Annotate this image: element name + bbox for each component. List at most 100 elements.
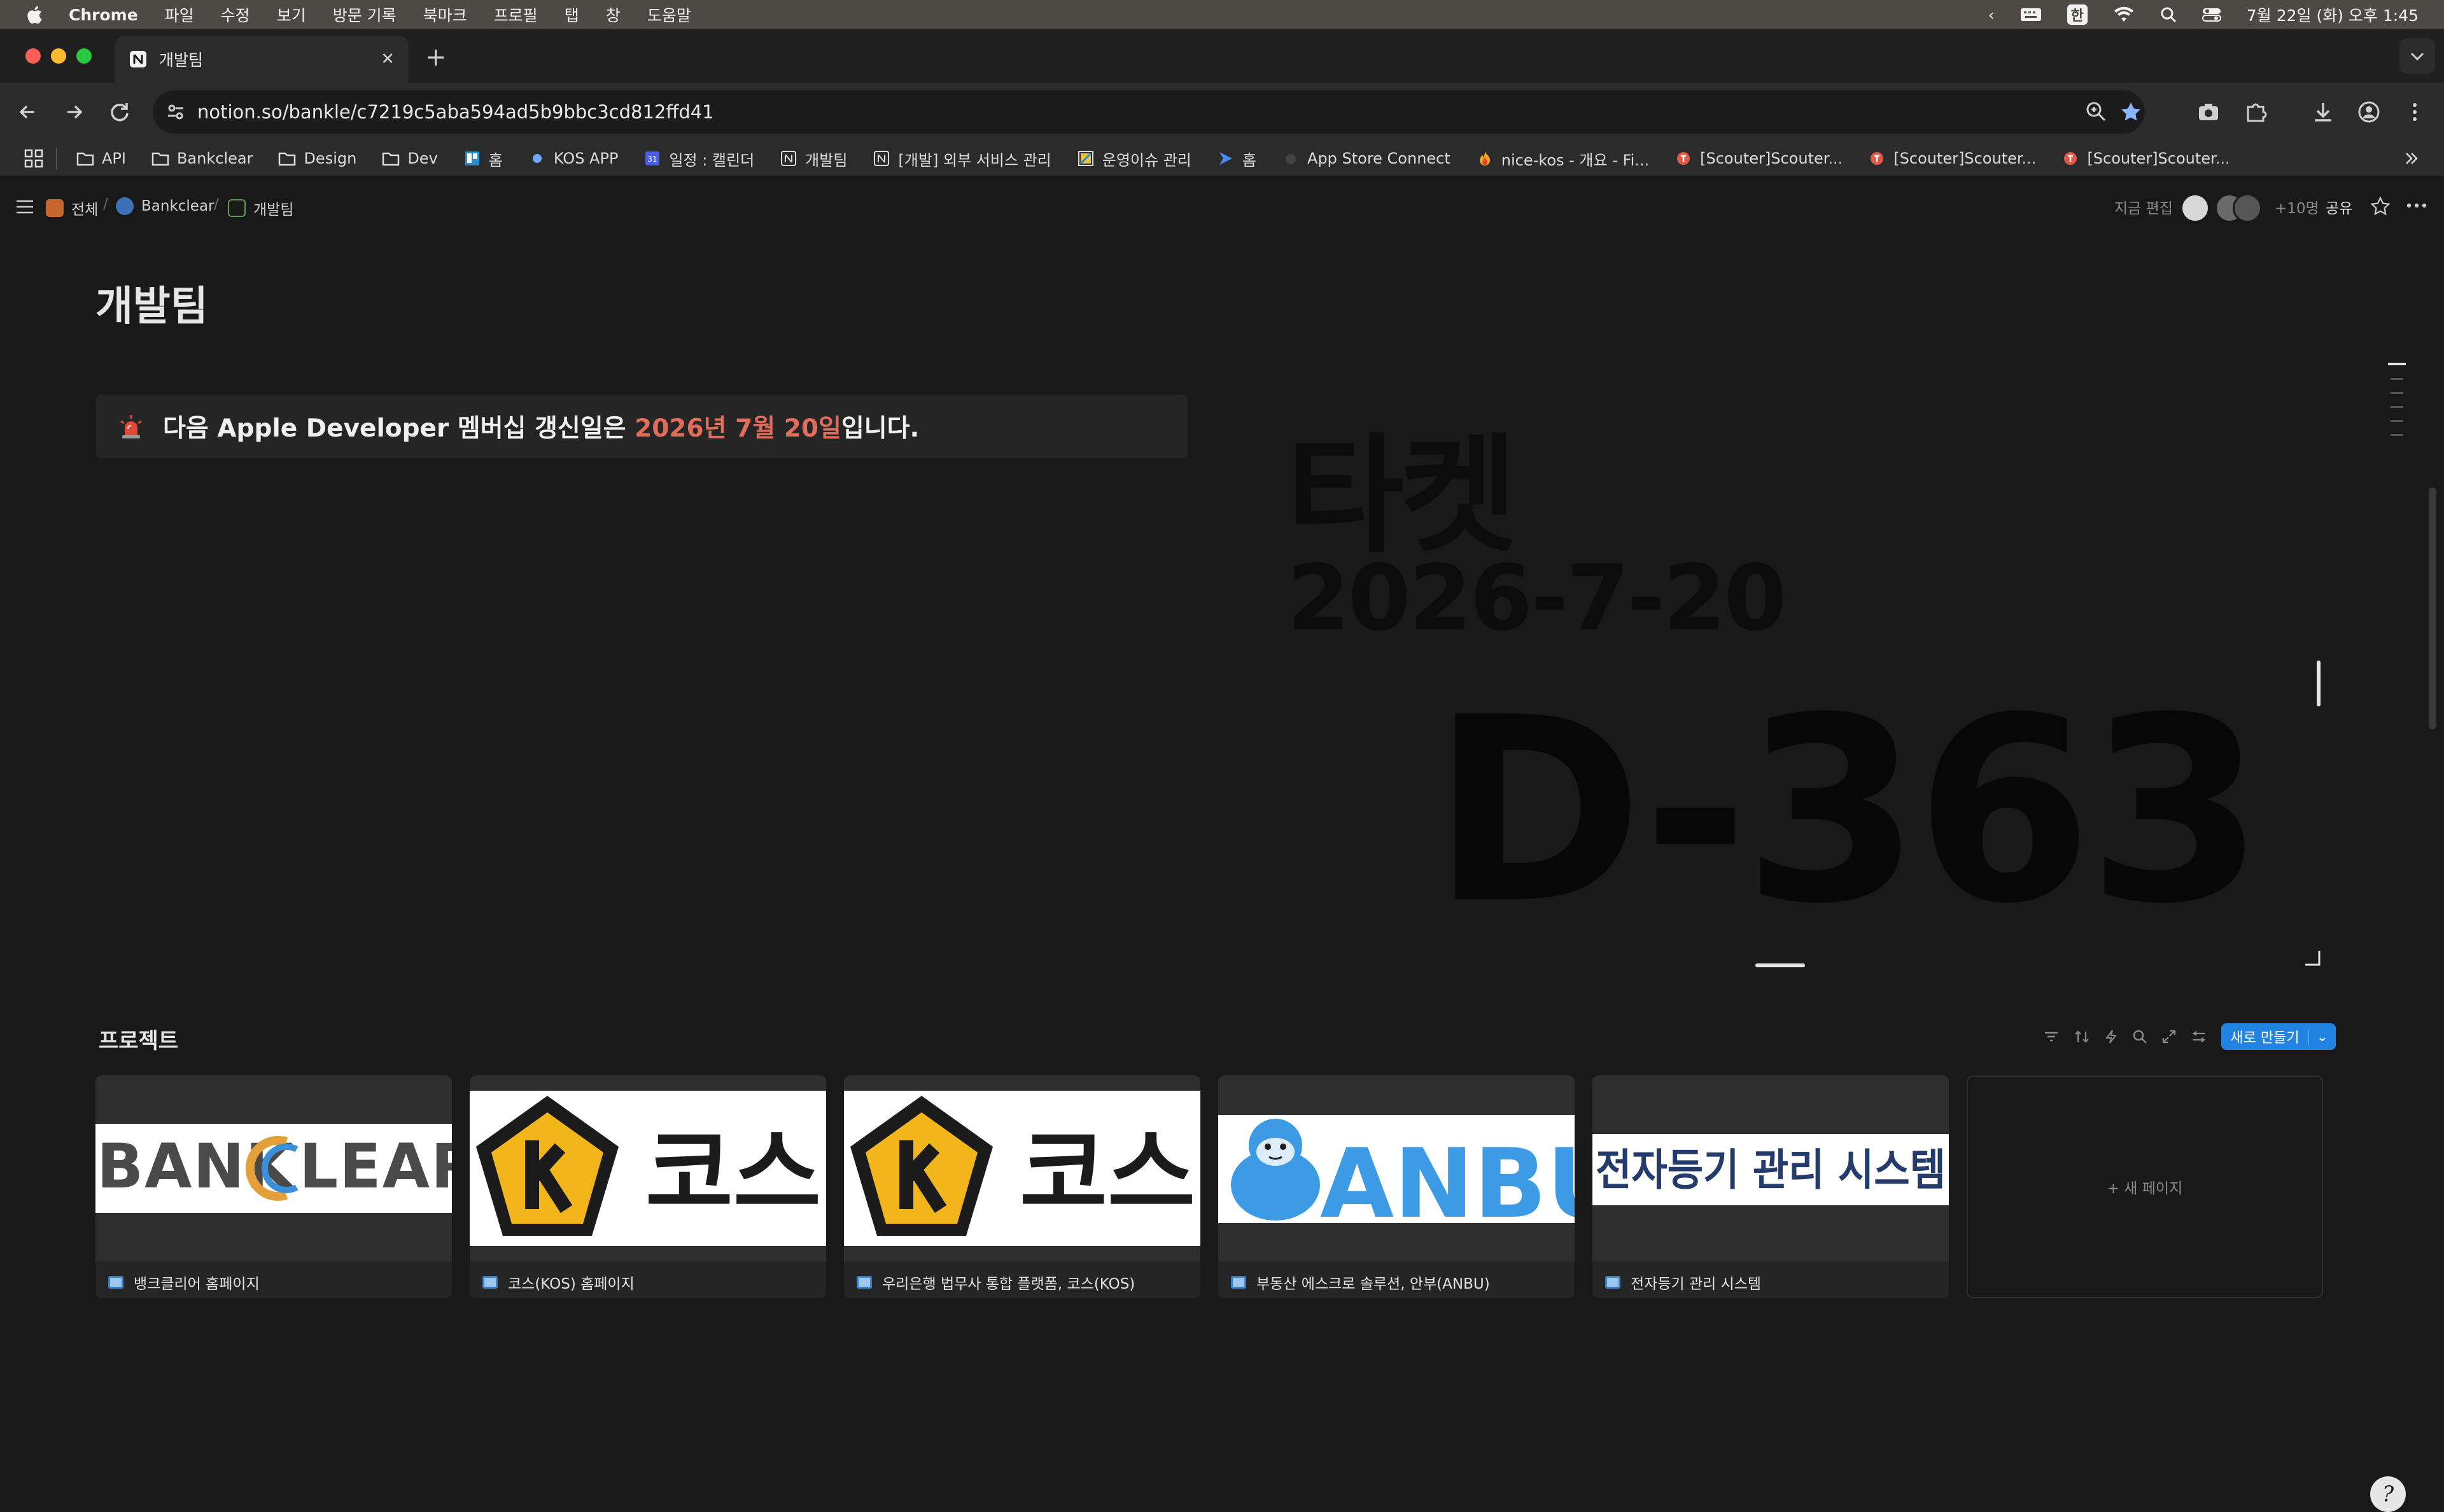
bookmark-home-board[interactable]: 홈 — [463, 148, 503, 170]
bookmark-api[interactable]: API — [76, 150, 126, 167]
menu-file[interactable]: 파일 — [165, 3, 194, 26]
projects-database-title[interactable]: 프로젝트 — [99, 1023, 178, 1054]
embed-resize-corner-icon[interactable] — [2303, 948, 2322, 967]
tab-close-icon[interactable]: ✕ — [381, 50, 395, 69]
window-minimize-button[interactable] — [51, 48, 66, 64]
apps-grid-icon[interactable] — [24, 149, 43, 168]
new-item-button[interactable]: 새로 만들기 ⌄ — [2221, 1023, 2336, 1050]
tab-search-button[interactable] — [2399, 38, 2435, 74]
folder-icon — [151, 152, 169, 166]
avatar[interactable] — [2181, 193, 2210, 223]
bookmark-dev-team[interactable]: 개발팀 — [780, 148, 847, 170]
bookmark-external-services[interactable]: [개발] 외부 서비스 관리 — [873, 148, 1051, 170]
embed-resize-handle-bottom[interactable] — [1755, 963, 1805, 967]
toc-marker[interactable] — [2391, 406, 2403, 408]
screenshot-camera-icon[interactable] — [2196, 99, 2221, 125]
address-bar[interactable]: notion.so/bankle/c7219c5aba594ad5b9bbc3c… — [153, 90, 2145, 134]
back-arrow-icon[interactable] — [15, 99, 41, 125]
control-center-icon[interactable] — [2202, 6, 2221, 23]
project-card-kos-homepage[interactable]: 코스 코스(KOS) 홈페이지 — [470, 1075, 826, 1298]
breadcrumb-dev-team[interactable]: 개발팀 — [228, 197, 293, 219]
settings-sliders-icon[interactable] — [2191, 1029, 2207, 1044]
filter-icon[interactable] — [2043, 1030, 2060, 1044]
bookmark-ops-issues[interactable]: 운영이슈 관리 — [1077, 148, 1191, 170]
reload-icon[interactable] — [107, 99, 132, 125]
svg-text:LEAR: LEAR — [299, 1131, 452, 1202]
page-scrollbar[interactable] — [2429, 487, 2436, 729]
toc-marker[interactable] — [2391, 420, 2403, 422]
new-tab-button[interactable]: + — [425, 45, 447, 70]
bookmark-scouter-2[interactable]: [Scouter]Scouter... — [1868, 150, 2036, 167]
toc-marker[interactable] — [2391, 434, 2403, 436]
expand-icon[interactable] — [2161, 1029, 2177, 1044]
more-users-count[interactable]: +10명 — [2275, 196, 2319, 218]
input-method-indicator[interactable]: 한 — [2067, 4, 2088, 25]
menu-window[interactable]: 창 — [606, 3, 621, 26]
bookmark-calendar[interactable]: 31 일정 : 캘린더 — [643, 148, 754, 170]
favorite-star-icon[interactable] — [2370, 196, 2391, 216]
breadcrumb-bankclear[interactable]: Bankclear — [116, 197, 214, 215]
more-vertical-icon[interactable] — [2402, 99, 2427, 125]
new-page-card[interactable]: + 새 페이지 — [1967, 1075, 2323, 1298]
apple-menu-icon[interactable] — [25, 4, 43, 25]
dday-counter: D-363 — [1431, 664, 2265, 960]
project-card-e-registry[interactable]: 전자등기 관리 시스템 전자등기 관리 시스템 — [1592, 1075, 1949, 1298]
more-horizontal-icon[interactable] — [2406, 202, 2427, 209]
sidebar-menu-icon[interactable] — [15, 199, 34, 215]
menu-app-name[interactable]: Chrome — [69, 6, 138, 24]
bookmark-bankclear[interactable]: Bankclear — [151, 150, 253, 167]
spotlight-search-icon[interactable] — [2160, 6, 2177, 23]
search-icon[interactable] — [2132, 1029, 2147, 1044]
forward-arrow-icon[interactable] — [61, 99, 87, 125]
download-icon[interactable] — [2310, 99, 2336, 125]
profile-avatar-icon[interactable] — [2356, 99, 2382, 125]
toc-marker[interactable] — [2391, 392, 2403, 394]
bookmark-scouter-1[interactable]: [Scouter]Scouter... — [1675, 150, 1843, 167]
help-button[interactable]: ? — [2370, 1476, 2406, 1512]
callout-block[interactable]: 다음 Apple Developer 멤버십 갱신일은 2026년 7월 20일… — [95, 395, 1188, 458]
breadcrumb-all[interactable]: 전체 — [46, 197, 98, 219]
project-card-kos-platform[interactable]: 코스 우리은행 법무사 통합 플랫폼, 코스(KOS) — [844, 1075, 1200, 1298]
scouter-icon — [1677, 152, 1690, 165]
keyboard-icon[interactable] — [2020, 7, 2042, 22]
share-button[interactable]: 공유 — [2326, 196, 2352, 218]
embed-resize-handle-right[interactable] — [2317, 661, 2321, 706]
url-text[interactable]: notion.so/bankle/c7219c5aba594ad5b9bbc3c… — [197, 101, 714, 123]
active-tab[interactable]: 개발팀 ✕ — [115, 36, 409, 83]
bookmark-nice-kos[interactable]: nice-kos - 개요 - Fi... — [1476, 148, 1649, 170]
bookmarks-overflow-icon[interactable] — [2403, 150, 2420, 167]
bookmark-star-icon[interactable] — [2119, 101, 2142, 123]
window-zoom-button[interactable] — [76, 48, 92, 64]
toc-marker[interactable] — [2391, 378, 2403, 380]
bookmark-scouter-3[interactable]: [Scouter]Scouter... — [2061, 150, 2230, 167]
project-card-anbu[interactable]: ANBU 부동산 에스크로 솔루션, 안부(ANBU) — [1218, 1075, 1575, 1298]
menu-bar-clock[interactable]: 7월 22일 (화) 오후 1:45 — [2247, 3, 2419, 26]
bookmark-home-flag[interactable]: 홈 — [1217, 148, 1256, 170]
page-title[interactable]: 개발팀 — [95, 274, 208, 332]
menu-bookmarks[interactable]: 북마크 — [423, 3, 467, 26]
automation-bolt-icon[interactable] — [2104, 1029, 2118, 1044]
menu-history[interactable]: 방문 기록 — [333, 3, 397, 26]
project-card-bankclear[interactable]: BANK LEAR 뱅크클리어 홈페이지 — [95, 1075, 452, 1298]
home-icon — [46, 199, 64, 217]
card-title: 코스(KOS) 홈페이지 — [508, 1276, 635, 1292]
chevron-left-icon[interactable]: ‹ — [1988, 6, 1995, 24]
bookmark-app-store-connect[interactable]: App Store Connect — [1282, 150, 1450, 167]
bookmark-design[interactable]: Design — [278, 150, 356, 167]
sort-icon[interactable] — [2074, 1030, 2090, 1044]
chevron-down-icon[interactable]: ⌄ — [2308, 1028, 2336, 1045]
wifi-icon[interactable] — [2113, 6, 2135, 23]
zoom-icon[interactable] — [2085, 101, 2107, 122]
avatar[interactable] — [2233, 193, 2262, 223]
toc-marker-active[interactable] — [2388, 363, 2406, 365]
bookmark-dev[interactable]: Dev — [382, 150, 438, 167]
menu-tab[interactable]: 탭 — [565, 3, 579, 26]
menu-view[interactable]: 보기 — [277, 3, 306, 26]
menu-help[interactable]: 도움말 — [647, 3, 691, 26]
bookmark-kos-app[interactable]: KOS APP — [528, 150, 618, 167]
menu-profiles[interactable]: 프로필 — [494, 3, 538, 26]
window-close-button[interactable] — [25, 48, 41, 64]
extensions-puzzle-icon[interactable] — [2243, 99, 2268, 125]
menu-edit[interactable]: 수정 — [221, 3, 250, 26]
site-settings-icon[interactable] — [165, 102, 186, 122]
